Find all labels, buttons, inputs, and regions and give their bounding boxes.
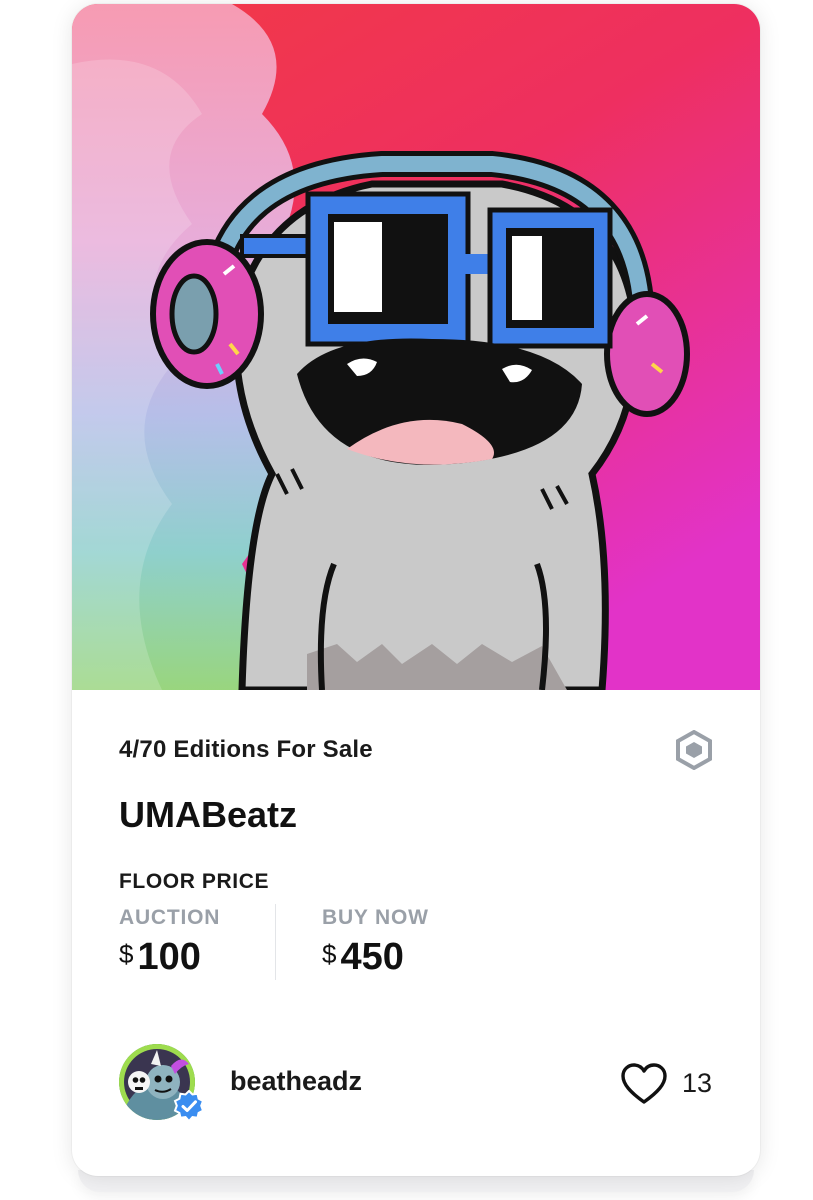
buy-now-price: BUY NOW $450 bbox=[322, 906, 429, 979]
auction-label: AUCTION bbox=[119, 906, 221, 929]
nft-card[interactable]: 4/70 Editions For Sale UMABeatz FLOOR PR… bbox=[72, 4, 760, 1176]
likes-count: 13 bbox=[682, 1068, 713, 1098]
hexagon-icon[interactable] bbox=[675, 730, 713, 770]
buy-now-label: BUY NOW bbox=[322, 906, 429, 929]
card-info: 4/70 Editions For Sale UMABeatz FLOOR PR… bbox=[72, 690, 760, 1176]
auction-currency: $ bbox=[119, 939, 134, 969]
creator-name[interactable]: beatheadz bbox=[230, 1066, 362, 1097]
nft-title[interactable]: UMABeatz bbox=[119, 794, 297, 836]
auction-price: AUCTION $100 bbox=[119, 906, 220, 979]
creator-avatar-wrap[interactable] bbox=[119, 1044, 205, 1122]
artwork-image[interactable] bbox=[72, 4, 760, 690]
buy-now-amount: 450 bbox=[340, 936, 404, 978]
editions-for-sale: 4/70 Editions For Sale bbox=[119, 736, 373, 763]
buy-now-value: $450 bbox=[322, 936, 429, 979]
floor-price-label: FLOOR PRICE bbox=[119, 870, 270, 893]
buy-now-currency: $ bbox=[322, 939, 337, 969]
price-divider bbox=[275, 904, 276, 980]
auction-value: $100 bbox=[119, 936, 220, 979]
verified-badge-icon bbox=[173, 1090, 205, 1122]
heart-icon[interactable] bbox=[620, 1062, 668, 1106]
auction-amount: 100 bbox=[137, 936, 201, 978]
